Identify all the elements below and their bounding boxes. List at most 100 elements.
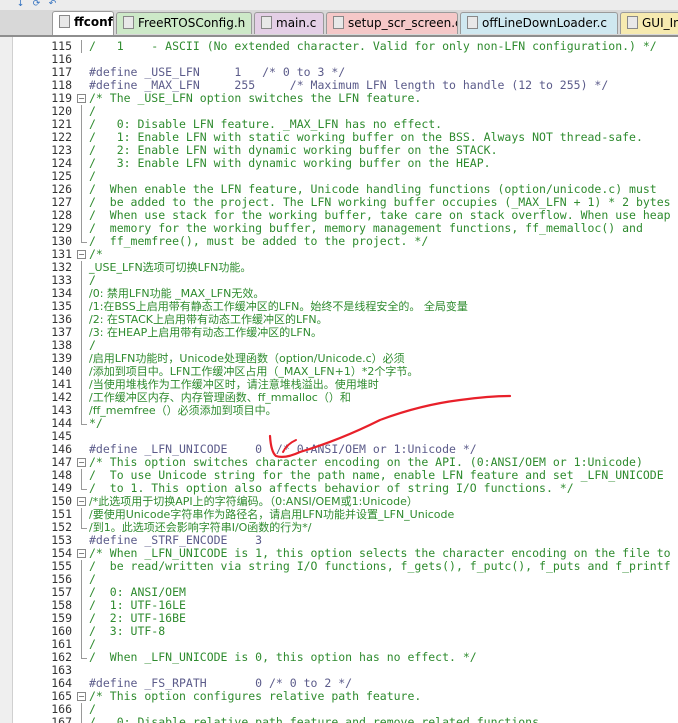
- fold-guide: [77, 157, 86, 170]
- fold-guide: [77, 651, 87, 664]
- code-line: 144 */: [0, 417, 678, 430]
- tab-gui-in[interactable]: GUI_In: [620, 12, 678, 34]
- tab-setup-scr-screen-c[interactable]: setup_scr_screen.c: [326, 12, 458, 34]
- fold-guide: [77, 313, 86, 326]
- fold-toggle-icon[interactable]: −: [77, 456, 86, 469]
- fold-guide: [77, 339, 86, 352]
- code-line: 141/当使用堆栈作为工作缓冲区时，请注意堆栈溢出。使用堆时: [0, 378, 678, 391]
- code-line: 139/启用LFN功能时，Unicode处理函数（option/Unicode.…: [0, 352, 678, 365]
- fold-guide: [77, 222, 86, 235]
- code-line: 162/ When _LFN_UNICODE is 0, this option…: [0, 651, 678, 664]
- comment-text: /2: 在STACK上启用带有动态工作缓冲区的LFN。: [89, 313, 328, 326]
- fold-guide: [77, 287, 86, 300]
- comment-text: /工作缓冲区内存、内存管理函数、ff_mmalloc（）和: [89, 391, 351, 404]
- fold-guide: [77, 378, 86, 391]
- fold-guide: [77, 716, 86, 723]
- comment-text: / 3: Enable LFN with dynamic working buf…: [89, 156, 491, 170]
- code-line: 149/ to 1. This option also affects beha…: [0, 482, 678, 495]
- tab-label: GUI_In: [642, 16, 678, 30]
- code-editor[interactable]: 115/ 1 - ASCII (No extended character. V…: [0, 37, 678, 723]
- fold-guide: [77, 235, 87, 248]
- comment-text: /: [89, 338, 96, 352]
- fold-toggle-icon[interactable]: −: [77, 547, 86, 560]
- comment-text: /* The _USE_LFN option switches the LFN …: [89, 91, 422, 105]
- fold-guide: [77, 170, 86, 183]
- tab-label: main.c: [276, 16, 317, 30]
- tab-freertosconfig-h[interactable]: FreeRTOSConfig.h: [116, 12, 252, 34]
- fold-guide: [77, 638, 86, 651]
- fold-guide: [77, 404, 86, 417]
- code-line: 138/: [0, 339, 678, 352]
- code-line: 115/ 1 - ASCII (No extended character. V…: [0, 40, 678, 53]
- comment-text: / ff_memfree(), must be added to the pro…: [89, 234, 429, 248]
- file-icon: [123, 16, 134, 29]
- code-line: 137/3: 在HEAP上启用带有动态工作缓冲区的LFN。: [0, 326, 678, 339]
- file-icon: [627, 16, 638, 29]
- comment-text: / 0: Disable relative path feature and r…: [89, 715, 546, 723]
- comment-text: /要使用Unicode字符串作为路径名，请启用LFN功能并设置_LFN_Unic…: [89, 508, 455, 521]
- file-tab-bar: ffconf.h FreeRTOSConfig.h main.c setup_scr_…: [0, 10, 678, 37]
- fold-guide: [77, 573, 86, 586]
- code-line: 165−/* This option configures relative p…: [0, 690, 678, 703]
- line-number: 167: [51, 715, 72, 723]
- fold-guide: [77, 196, 86, 209]
- fold-guide: [77, 300, 86, 313]
- fold-guide: [77, 560, 86, 573]
- fold-guide: [77, 326, 86, 339]
- code-line: 142/工作缓冲区内存、内存管理函数、ff_mmalloc（）和: [0, 391, 678, 404]
- comment-text: /启用LFN功能时，Unicode处理函数（option/Unicode.c）必…: [89, 352, 405, 365]
- fold-guide: [77, 482, 87, 495]
- fold-guide: [77, 391, 86, 404]
- code-line: 167 / 0: Disable relative path feature an…: [0, 716, 678, 723]
- fold-guide: [77, 105, 86, 118]
- code-line: 133/: [0, 274, 678, 287]
- fold-guide: [77, 703, 86, 716]
- code-line: 135/1:在BSS上启用带有静态工作缓冲区的LFN。始终不是线程安全的。 全局…: [0, 300, 678, 313]
- fold-guide: [77, 469, 86, 482]
- comment-text: /: [89, 273, 96, 287]
- code-line: 155/ be read/written via string I/O func…: [0, 560, 678, 573]
- fold-guide: [77, 144, 86, 157]
- comment-text: /*此选项用于切换API上的字符编码。（0:ANSI/OEM或1:Unicode…: [89, 495, 418, 508]
- fold-guide: [77, 586, 86, 599]
- comment-text: /3: 在HEAP上启用带有动态工作缓冲区的LFN。: [89, 326, 322, 339]
- tab-label: offLineDownLoader.c: [482, 16, 608, 30]
- code-line: 140/添加到项目中。LFN工作缓冲区占用（_MAX_LFN+1）*2个字节。: [0, 365, 678, 378]
- tab-label: FreeRTOSConfig.h: [138, 16, 246, 30]
- code-line: 124/ 3: Enable LFN with dynamic working …: [0, 157, 678, 170]
- tab-ffconf-h[interactable]: ffconf.h: [52, 11, 114, 35]
- fold-guide: [77, 365, 86, 378]
- file-icon: [59, 15, 70, 28]
- fold-guide: [77, 417, 87, 430]
- file-icon: [467, 16, 478, 29]
- fold-guide: [77, 40, 86, 53]
- tab-label: setup_scr_screen.c: [348, 16, 458, 30]
- comment-text: / 3: UTF-8: [89, 624, 166, 638]
- code-line: 160/ 3: UTF-8: [0, 625, 678, 638]
- tab-offlinedownloader-c[interactable]: offLineDownLoader.c: [460, 12, 618, 34]
- comment-text: /添加到项目中。LFN工作缓冲区占用（_MAX_LFN+1）*2个字节。: [89, 365, 419, 378]
- comment-text: / 1 - ASCII (No extended character. Vali…: [89, 39, 657, 53]
- fold-guide: [77, 274, 86, 287]
- comment-text: / When _LFN_UNICODE is 0, this option ha…: [89, 650, 477, 664]
- file-icon: [333, 16, 344, 29]
- fold-guide: [77, 599, 86, 612]
- comment-text: /* This option configures relative path …: [89, 689, 422, 703]
- toolbar-button-2[interactable]: ⟳: [30, 0, 43, 9]
- fold-toggle-icon[interactable]: −: [77, 92, 86, 105]
- comment-text: _USE_LFN选项可切换LFN功能。: [89, 261, 252, 274]
- fold-guide: [77, 209, 86, 222]
- fold-guide: [77, 118, 86, 131]
- toolbar-button-1[interactable]: ↓: [14, 0, 27, 9]
- fold-guide: [77, 261, 86, 274]
- fold-toggle-icon[interactable]: −: [77, 248, 86, 261]
- tab-main-c[interactable]: main.c: [254, 12, 324, 34]
- tab-label: ffconf.h: [74, 15, 113, 29]
- comment-text: /1:在BSS上启用带有静态工作缓冲区的LFN。始终不是线程安全的。 全局变量: [89, 300, 468, 313]
- fold-toggle-icon[interactable]: −: [77, 495, 86, 508]
- comment-text: /当使用堆栈作为工作缓冲区时，请注意堆栈溢出。使用堆时: [89, 378, 379, 391]
- fold-toggle-icon[interactable]: −: [77, 690, 86, 703]
- comment-text: / to 1. This option also affects behavio…: [89, 481, 574, 495]
- toolbar-button-3[interactable]: ↶: [46, 0, 59, 9]
- comment-text: /ff_memfree（）必须添加到项目中。: [89, 404, 277, 417]
